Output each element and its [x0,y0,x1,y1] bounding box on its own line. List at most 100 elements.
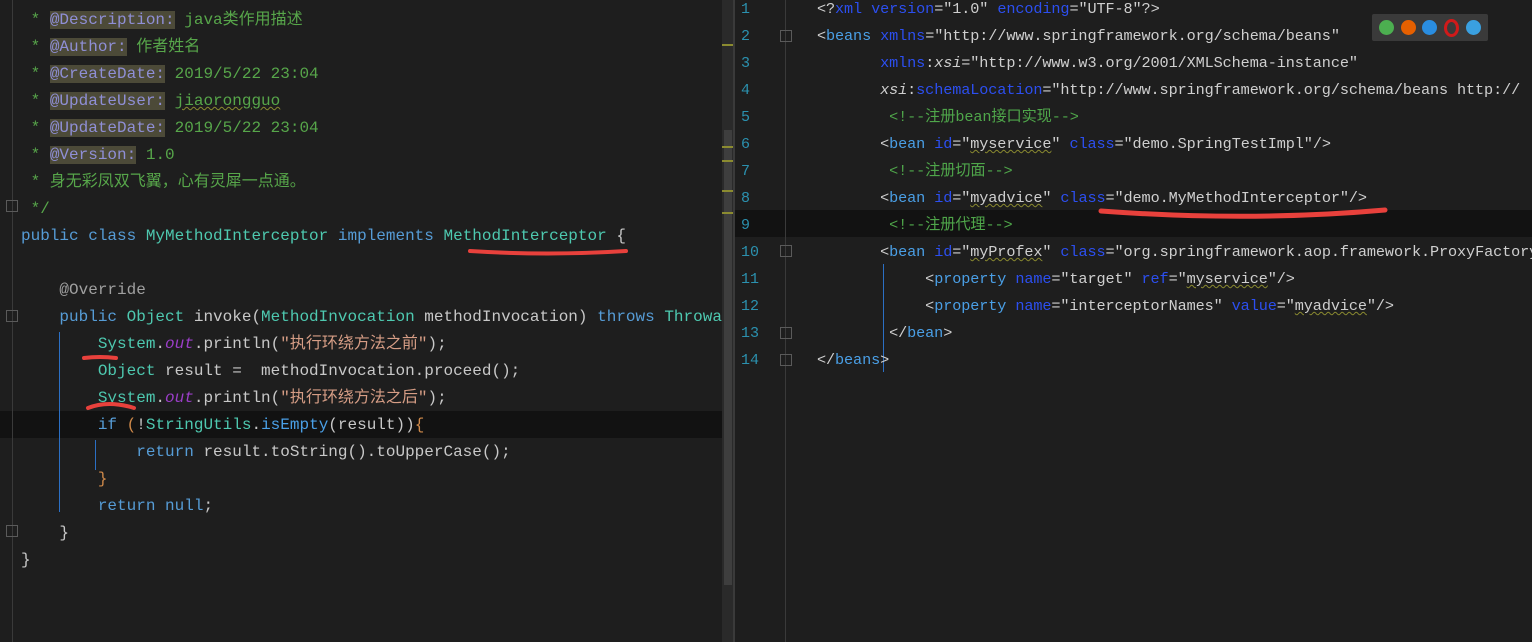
code-line[interactable]: <property name="target" ref="myservice"/… [817,266,1295,293]
code-line[interactable]: return result.toString().toUpperCase(); [21,439,511,466]
code-token: xsi [934,54,962,72]
code-line[interactable]: <bean id="myservice" class="demo.SpringT… [817,131,1331,158]
code-line[interactable]: <?xml version="1.0" encoding="UTF-8"?> [817,0,1160,23]
code-token: ="org.springframework.aop.framework.Prox… [1105,243,1532,261]
fold-marker-icon[interactable] [6,525,18,537]
code-token: return [21,443,204,461]
code-token: } [21,551,31,569]
code-line[interactable]: * 身无彩凤双飞翼，心有灵犀一点通。 [21,169,306,196]
line-number: 4 [741,82,751,99]
code-line[interactable]: if (!StringUtils.isEmpty(result)){ [21,412,425,439]
code-line[interactable]: * @Description: java类作用描述 [21,7,303,34]
code-line[interactable]: </beans> [817,347,889,374]
code-line[interactable]: */ [21,196,50,223]
code-line[interactable]: * @UpdateDate: 2019/5/22 23:04 [21,115,319,142]
code-token: ="http://www.springframework.org/schema/… [1042,81,1521,99]
code-token: xml [835,0,863,18]
code-line[interactable]: } [21,466,108,493]
code-token: ="interceptorNames" [1051,297,1232,315]
fold-marker-icon[interactable] [6,200,18,212]
code-token: class [1060,243,1106,261]
code-line[interactable]: <!--注册代理--> [817,212,1013,239]
code-token: < [817,243,890,261]
java-editor[interactable]: * @Description: java类作用描述 * @Author: 作者姓… [0,0,722,642]
code-line[interactable]: Object result = methodInvocation.proceed… [21,358,520,385]
code-token: public class [21,227,146,245]
code-token: java类作用描述 [174,11,303,29]
code-token: xmlns [880,27,926,45]
line-number: 6 [741,136,751,153]
code-line[interactable]: xsi:schemaLocation="http://www.springfra… [817,77,1520,104]
code-token: ! [136,416,146,434]
code-line[interactable]: @Override [21,277,145,304]
code-line[interactable]: <bean id="myadvice" class="demo.MyMethod… [817,185,1367,212]
fold-marker-icon[interactable] [780,354,792,366]
line-number: 9 [741,217,751,234]
code-line[interactable]: <!--注册bean接口实现--> [817,104,1079,131]
code-line[interactable]: public Object invoke(MethodInvocation me… [21,304,722,331]
code-line[interactable]: } [21,547,31,574]
code-token: Object [97,362,156,380]
code-token: : [925,54,935,72]
fold-marker-icon[interactable] [780,245,792,257]
fold-marker-icon[interactable] [780,30,792,42]
code-line[interactable]: * @Author: 作者姓名 [21,34,200,61]
scrollbar-thumb[interactable] [724,130,732,585]
code-token: MethodInvocation [261,308,415,326]
line-number: 5 [741,109,751,126]
code-token: result.toString().toUpperCase(); [203,443,511,461]
code-token: "/> [1366,297,1394,315]
code-line[interactable]: System.out.println("执行环绕方法之前"); [21,331,447,358]
code-line[interactable]: System.out.println("执行环绕方法之后"); [21,385,447,412]
code-token: return null [21,497,204,515]
safari-icon[interactable] [1422,20,1438,35]
code-token: " [1042,189,1061,207]
code-line[interactable]: </bean> [817,320,952,347]
vertical-scrollbar[interactable] [722,0,733,642]
code-token: bean [907,324,944,342]
code-token: > [880,351,890,369]
code-line[interactable]: <bean id="myProfex" class="org.springfra… [817,239,1532,266]
chrome-icon[interactable] [1379,20,1395,35]
opera-icon[interactable] [1444,18,1460,37]
code-token: ( [126,416,137,434]
code-line[interactable]: * @UpdateUser: jiaorongguo [21,88,280,115]
code-token: xmlns [880,54,926,72]
browser-preview-bar [1372,14,1488,41]
code-token: < [817,270,935,288]
code-token: @UpdateDate: [49,119,166,137]
ie-icon[interactable] [1465,20,1481,35]
fold-marker-icon[interactable] [6,310,18,322]
code-token: (result)) [328,416,415,434]
code-token: . [155,389,166,407]
code-line[interactable]: return null; [21,493,213,520]
code-token: > [943,324,953,342]
code-token: <? [817,0,836,18]
fold-marker-icon[interactable] [780,327,792,339]
code-line[interactable]: xmlns:xsi="http://www.w3.org/2001/XMLSch… [817,50,1358,77]
firefox-icon[interactable] [1400,20,1416,35]
code-token: ); [427,335,447,353]
code-line[interactable]: * @Version: 1.0 [21,142,175,169]
code-token: myProfex [970,243,1043,261]
code-token: ="demo.MyMethodInterceptor"/> [1105,189,1368,207]
code-line[interactable]: <!--注册切面--> [817,158,1013,185]
line-number: 12 [741,298,760,315]
code-line[interactable]: <beans xmlns="http://www.springframework… [817,23,1340,50]
xml-editor[interactable]: 1 2 3 4 5 6 7 8 9 10 11 12 13 14 <?xml version="1.0" … [735,0,1532,642]
code-line[interactable]: <property name="interceptorNames" value=… [817,293,1394,320]
line-number: 10 [741,244,760,261]
code-token: bean [889,189,926,207]
code-token: @Version: [49,146,137,164]
code-line[interactable]: } [21,520,69,547]
code-token: * 身无彩凤双飞翼，心有灵犀一点通。 [21,173,306,191]
code-token: ref [1141,270,1169,288]
code-line[interactable]: * @CreateDate: 2019/5/22 23:04 [21,61,319,88]
line-number: 1 [741,1,751,18]
code-line[interactable]: public class MyMethodInterceptor impleme… [21,223,626,250]
code-token: id [934,243,953,261]
code-token: 1.0 [136,146,175,164]
